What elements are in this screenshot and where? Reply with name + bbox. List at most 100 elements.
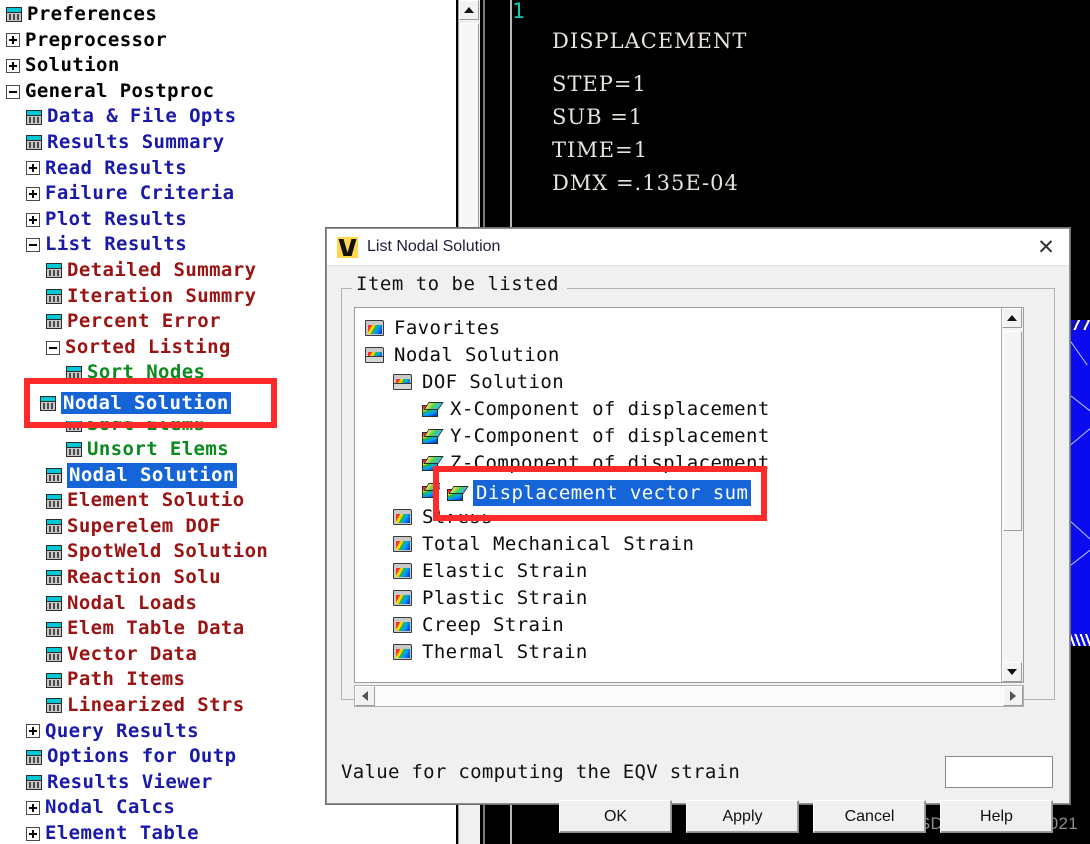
tree-item-label: Solution xyxy=(25,53,120,79)
dialog-box-icon xyxy=(46,698,62,713)
list-scroll-up-button[interactable] xyxy=(1002,308,1022,328)
list-scroll-down-button[interactable] xyxy=(1002,662,1022,682)
tree-item-data-file-opts[interactable]: Data & File Opts xyxy=(0,104,456,130)
dialog-box-icon xyxy=(46,314,62,329)
tree-item-preferences[interactable]: Preferences xyxy=(0,2,456,28)
list-item-plastic-strain[interactable]: Plastic Strain xyxy=(355,584,1023,611)
dialog-box-icon xyxy=(46,673,62,688)
help-button[interactable]: Help xyxy=(940,800,1053,833)
dialog-box-icon xyxy=(46,289,62,304)
tree-item-label: Path Items xyxy=(67,667,185,693)
list-item-favorites[interactable]: Favorites xyxy=(355,314,1023,341)
graphics-text-line: TIME=1 xyxy=(552,134,747,167)
expand-plus-icon[interactable] xyxy=(26,161,40,175)
tree-item-label: General Postproc xyxy=(25,79,214,105)
graphics-text-line: SUB =1 xyxy=(552,101,747,134)
tree-item-results-summary[interactable]: Results Summary xyxy=(0,130,456,156)
list-item-thermal-strain[interactable]: Thermal Strain xyxy=(355,638,1023,665)
list-item-z-component-of-displacement[interactable]: Z-Component of displacement xyxy=(355,449,1023,476)
list-item-creep-strain[interactable]: Creep Strain xyxy=(355,611,1023,638)
tree-item-preprocessor[interactable]: Preprocessor xyxy=(0,28,456,54)
dialog-titlebar[interactable]: List Nodal Solution ✕ xyxy=(327,229,1069,266)
list-item-x-component-of-displacement[interactable]: X-Component of displacement xyxy=(355,395,1023,422)
tree-item-general-postproc[interactable]: General Postproc xyxy=(0,79,456,105)
scroll-up-button[interactable] xyxy=(459,0,479,20)
dialog-box-icon xyxy=(46,647,62,662)
dialog-box-icon xyxy=(46,519,62,534)
tree-item-label: Unsort Elems xyxy=(87,437,229,463)
cube-icon xyxy=(421,455,440,471)
collapse-minus-icon[interactable] xyxy=(26,238,40,252)
annotation-row-nodal-solution[interactable]: Nodal Solution xyxy=(40,390,231,416)
tree-item-label: Preprocessor xyxy=(25,28,167,54)
dialog-body: Item to be listed FavoritesNodal Solutio… xyxy=(327,266,1069,804)
ansys-apdl-window: PreferencesPreprocessorSolutionGeneral P… xyxy=(0,0,1090,844)
expand-plus-icon[interactable] xyxy=(26,801,40,815)
cube-icon xyxy=(421,482,440,498)
tree-item-label: Plot Results xyxy=(45,207,187,233)
expand-plus-icon[interactable] xyxy=(6,33,20,47)
dialog-box-icon xyxy=(26,135,42,150)
cancel-button[interactable]: Cancel xyxy=(813,800,926,833)
graphics-legend-text: DISPLACEMENTSTEP=1SUB =1TIME=1DMX =.135E… xyxy=(552,25,747,200)
eqv-strain-label: Value for computing the EQV strain xyxy=(341,761,945,783)
graphics-text-line: STEP=1 xyxy=(552,68,747,101)
list-item-label: Total Mechanical Strain xyxy=(420,533,696,555)
list-item-label: Favorites xyxy=(392,317,503,339)
close-icon[interactable]: ✕ xyxy=(1023,229,1069,265)
tree-item-label: Preferences xyxy=(27,2,157,28)
annotation-row-displacement-vector-sum[interactable]: Displacement vector sum xyxy=(446,478,751,508)
button-label: OK xyxy=(604,808,627,826)
button-label: Cancel xyxy=(845,808,895,826)
tree-item-label: Iteration Summry xyxy=(67,284,256,310)
tree-item-label: Failure Criteria xyxy=(45,181,234,207)
dialog-box-icon xyxy=(46,545,62,560)
dialog-box-icon xyxy=(40,396,56,411)
apply-button[interactable]: Apply xyxy=(686,800,799,833)
chevron-up-icon xyxy=(464,7,474,13)
expand-plus-icon[interactable] xyxy=(26,213,40,227)
expand-plus-icon[interactable] xyxy=(26,827,40,841)
dialog-title: List Nodal Solution xyxy=(367,238,1023,256)
list-scroll-left-button[interactable] xyxy=(355,686,375,706)
collapse-minus-icon[interactable] xyxy=(46,341,60,355)
expand-plus-icon[interactable] xyxy=(26,187,40,201)
list-item-y-component-of-displacement[interactable]: Y-Component of displacement xyxy=(355,422,1023,449)
tree-item-failure-criteria[interactable]: Failure Criteria xyxy=(0,181,456,207)
list-item-nodal-solution[interactable]: Nodal Solution xyxy=(355,341,1023,368)
tree-item-label: Sorted Listing xyxy=(65,335,231,361)
eqv-strain-input[interactable] xyxy=(945,756,1053,788)
tree-item-label: Reaction Solu xyxy=(67,565,221,591)
dialog-box-icon xyxy=(26,110,42,125)
list-vertical-scrollbar[interactable] xyxy=(1001,308,1023,682)
tree-item-label: Data & File Opts xyxy=(47,104,236,130)
list-item-dof-solution[interactable]: DOF Solution xyxy=(355,368,1023,395)
dialog-box-icon xyxy=(26,775,42,790)
dialog-box-icon xyxy=(6,7,22,22)
tree-item-label: Vector Data xyxy=(67,642,197,668)
ansys-logo-icon xyxy=(337,237,358,258)
list-horizontal-scrollbar[interactable] xyxy=(354,685,1024,707)
fea-mesh-model xyxy=(1068,330,1090,640)
cube-icon xyxy=(421,428,440,444)
tree-item-label: Nodal Loads xyxy=(67,591,197,617)
tree-item-label: Element Solutio xyxy=(67,488,245,514)
tree-item-solution[interactable]: Solution xyxy=(0,53,456,79)
list-item-elastic-strain[interactable]: Elastic Strain xyxy=(355,557,1023,584)
list-item-total-mechanical-strain[interactable]: Total Mechanical Strain xyxy=(355,530,1023,557)
expand-plus-icon[interactable] xyxy=(6,59,20,73)
list-item-label: Thermal Strain xyxy=(420,641,590,663)
tree-item-label: Options for Outp xyxy=(47,744,236,770)
collapse-minus-icon[interactable] xyxy=(6,85,20,99)
ok-button[interactable]: OK xyxy=(559,800,672,833)
list-scroll-right-button[interactable] xyxy=(1003,686,1023,706)
folder-icon xyxy=(393,617,412,633)
list-item-label: Creep Strain xyxy=(420,614,566,636)
list-scroll-thumb[interactable] xyxy=(1003,331,1022,531)
tree-item-label: SpotWeld Solution xyxy=(67,539,268,565)
folder-icon xyxy=(393,563,412,579)
tree-item-label: Element Table xyxy=(45,821,199,844)
tree-item-read-results[interactable]: Read Results xyxy=(0,156,456,182)
expand-plus-icon[interactable] xyxy=(26,724,40,738)
chevron-right-icon xyxy=(1010,691,1016,701)
